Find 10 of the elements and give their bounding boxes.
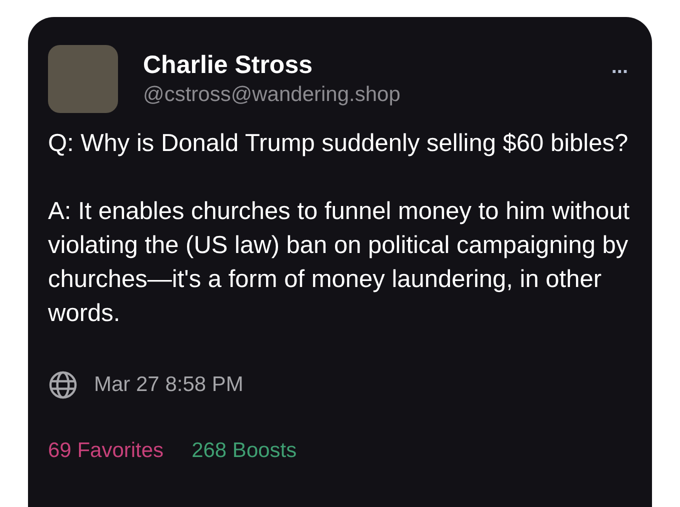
- avatar-placeholder[interactable]: [48, 45, 118, 113]
- post-text: Q: Why is Donald Trump suddenly selling $60 bibles?: [48, 129, 630, 159]
- author-handle: @cstross@wandering.shop: [143, 82, 402, 108]
- post-text: A: It enables churches to funnel money to him without violating the (US law) ban on political campaigning by churches—it's a form of money laundering, in other words.: [48, 197, 631, 329]
- more-options-button[interactable]: ...: [611, 57, 628, 77]
- globe-icon: [48, 370, 78, 400]
- post-timestamp: Mar 27 8:58 PM: [94, 372, 244, 398]
- stat-count[interactable]: 268 Boosts: [192, 434, 297, 466]
- author-name[interactable]: Charlie Stross: [143, 49, 612, 81]
- stat-count[interactable]: 69 Favorites: [48, 434, 164, 466]
